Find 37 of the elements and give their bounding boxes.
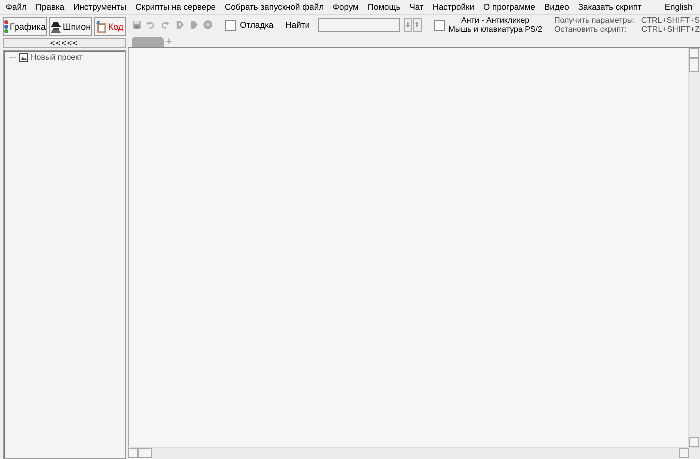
mode-button[interactable]: Графика — [3, 17, 47, 36]
spy-icon — [50, 20, 62, 32]
menu-item[interactable]: О программе — [484, 2, 536, 12]
vertical-scrollbar[interactable] — [688, 48, 700, 447]
hotkey-label: Получить параметры: — [554, 16, 636, 25]
debug-checkbox[interactable] — [225, 20, 236, 30]
menu-item[interactable]: Правка — [36, 2, 65, 12]
anti-clicker-label: Мышь и клавиатура PS/2 — [448, 25, 542, 34]
hotkey-label: Остановить скрипт: — [554, 25, 628, 34]
menu-item[interactable]: Настройки — [432, 2, 474, 12]
mode-button[interactable]: Код — [94, 17, 126, 36]
horizontal-scrollbar[interactable] — [128, 447, 700, 459]
menu-item[interactable]: Собрать запускной файл — [225, 2, 324, 12]
hotkey-keys: CTRL+SHIFT+S — [641, 16, 700, 25]
anti-clicker-checkbox[interactable] — [434, 20, 445, 30]
search-label: Найти — [286, 20, 310, 30]
dots-icon — [4, 20, 9, 34]
menu-item[interactable]: Скрипты на сервере — [136, 2, 216, 12]
menu-item[interactable]: Инструменты — [74, 2, 127, 12]
menu-item[interactable]: English — [664, 2, 693, 12]
hotkey-keys: CTRL+SHIFT+Z — [641, 25, 700, 34]
collapse-button[interactable]: <<<<< — [3, 38, 126, 48]
anti-clicker-label: Анти - Антикликер — [462, 16, 530, 25]
menu-item[interactable]: Чат — [410, 2, 424, 12]
add-tab-button[interactable]: + — [166, 37, 172, 47]
menu-item[interactable]: Видео — [544, 2, 570, 12]
menu-item[interactable]: Заказать скрипт — [578, 2, 642, 12]
picture-icon — [19, 53, 28, 62]
tree-item[interactable]: Новый проект — [31, 53, 83, 62]
debug-label: Отладка — [240, 20, 274, 30]
menu-item[interactable]: Помощь — [368, 2, 401, 12]
search-field[interactable] — [318, 18, 400, 32]
mode-button[interactable]: Шпион — [48, 17, 92, 36]
clipboard-icon — [96, 20, 108, 32]
menu-item[interactable]: Файл — [6, 2, 27, 12]
menu-item[interactable]: Форум — [333, 2, 359, 12]
editor-tab[interactable] — [132, 37, 164, 47]
